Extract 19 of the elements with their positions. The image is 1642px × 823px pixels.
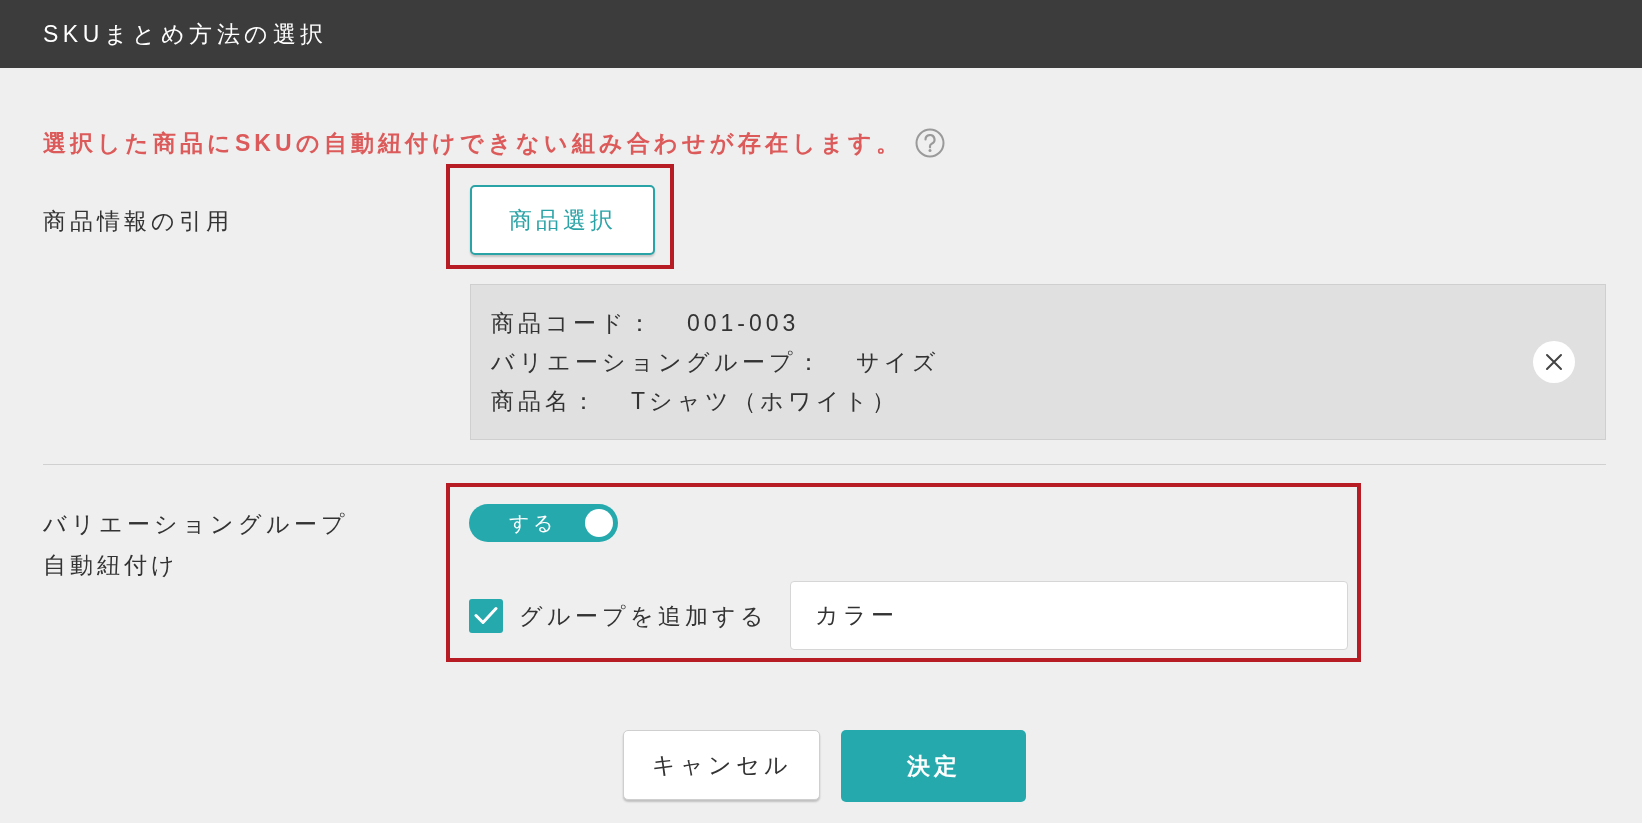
info-label: 商品名： bbox=[491, 386, 599, 416]
info-value: Tシャツ（ホワイト） bbox=[631, 386, 900, 416]
cancel-button[interactable]: キャンセル bbox=[623, 730, 820, 800]
info-label: バリエーショングループ： bbox=[491, 347, 824, 377]
group-name-field[interactable]: カラー bbox=[790, 581, 1348, 650]
field-label: バリエーショングループ 自動紐付け bbox=[43, 510, 349, 580]
close-icon bbox=[1545, 353, 1563, 371]
info-value: サイズ bbox=[856, 347, 940, 377]
remove-button[interactable] bbox=[1533, 341, 1575, 383]
field-label: 商品情報の引用 bbox=[43, 207, 233, 236]
info-value: 001-003 bbox=[687, 308, 800, 338]
dialog-title: SKUまとめ方法の選択 bbox=[43, 20, 328, 49]
checkbox-label[interactable]: グループを追加する bbox=[519, 599, 768, 632]
info-label: 商品コード： bbox=[491, 308, 655, 338]
knob-icon bbox=[585, 509, 613, 537]
warning-message: 選択した商品にSKUの自動紐付けできない組み合わせが存在します。 bbox=[43, 129, 903, 158]
checkbox[interactable] bbox=[469, 598, 503, 633]
checkmark-icon bbox=[474, 606, 498, 625]
help-icon[interactable] bbox=[914, 128, 945, 158]
